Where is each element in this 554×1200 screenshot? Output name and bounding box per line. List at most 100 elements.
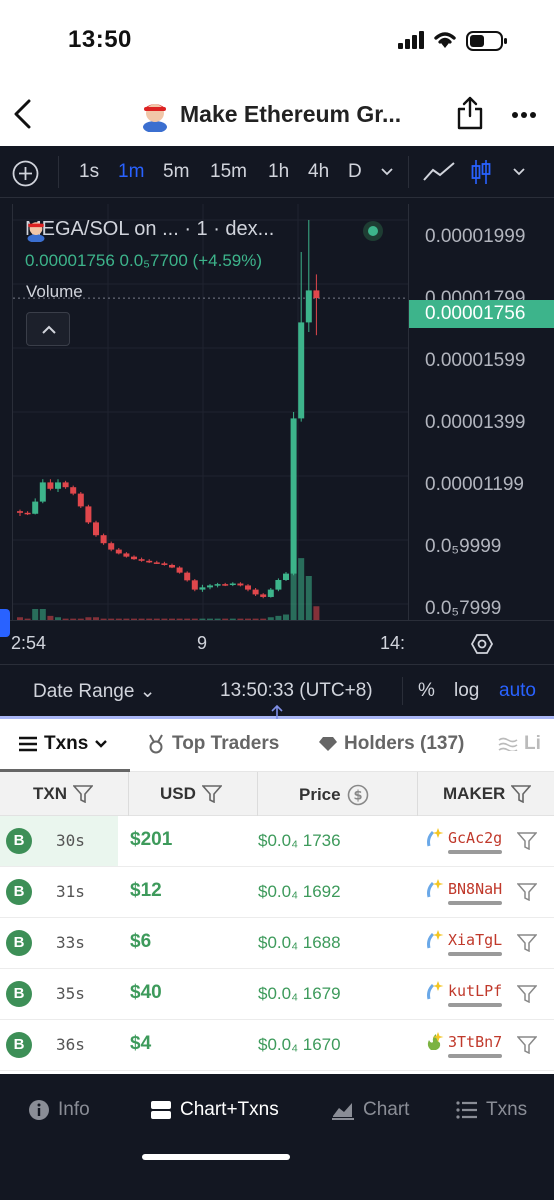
- filter-icon: [201, 785, 222, 803]
- time-tick: 2:54: [11, 633, 47, 653]
- column-txn[interactable]: TXN: [33, 784, 93, 804]
- filter-icon[interactable]: [517, 832, 537, 850]
- share-icon[interactable]: [456, 96, 484, 130]
- candle: [77, 493, 84, 507]
- candle: [199, 587, 206, 590]
- percent-scale-toggle[interactable]: %: [418, 680, 435, 702]
- candle: [55, 482, 61, 489]
- auto-scale-toggle[interactable]: auto: [499, 680, 536, 702]
- table-row[interactable]: B 33s $6 $0.0₄ 1688 XiaTgL: [0, 918, 554, 969]
- txn-price: $0.0₄ 1688: [258, 933, 341, 952]
- maker-address[interactable]: XiaTgL: [448, 931, 502, 949]
- txn-usd: $40: [130, 982, 162, 1003]
- time-tick: 14:: [380, 633, 406, 653]
- add-indicator-icon[interactable]: [12, 160, 39, 187]
- price-tick: 0.00001399: [425, 412, 526, 433]
- log-scale-toggle[interactable]: log: [454, 680, 479, 702]
- nav-info[interactable]: Info: [28, 1099, 90, 1121]
- candle: [283, 573, 289, 580]
- back-icon[interactable]: [12, 98, 34, 130]
- candle: [85, 506, 92, 523]
- timeframe-5m[interactable]: 5m: [163, 161, 189, 183]
- candle: [229, 583, 236, 586]
- price-tick: 0.00001999: [425, 226, 526, 247]
- price-tick: 0.0₅9999: [425, 536, 502, 557]
- candle: [207, 585, 213, 588]
- price-axis[interactable]: 0.00001999 0.00001799 0.00001599 0.00001…: [408, 204, 554, 620]
- timeframe-4h[interactable]: 4h: [308, 161, 329, 183]
- chart-settings-icon[interactable]: [470, 632, 494, 656]
- column-maker[interactable]: MAKER: [443, 784, 532, 804]
- timeframe-1h[interactable]: 1h: [268, 161, 289, 183]
- filter-icon: [511, 785, 532, 803]
- nav-chart-txns[interactable]: Chart+Txns: [150, 1099, 279, 1121]
- timeframe-d[interactable]: D: [348, 161, 362, 183]
- time-axis[interactable]: 2:54 9 14:: [0, 620, 554, 664]
- candle: [214, 584, 221, 586]
- txn-usd: $6: [130, 931, 152, 952]
- txn-table-header: TXN USD Price $ MAKER: [0, 772, 554, 816]
- maker-address[interactable]: 3TtBn7: [448, 1033, 502, 1051]
- candle: [108, 543, 115, 550]
- time-tick: 9: [197, 633, 208, 653]
- filter-icon[interactable]: [517, 985, 537, 1003]
- timeframe-15m[interactable]: 15m: [210, 161, 247, 183]
- signal-icon: [398, 31, 424, 49]
- maker-address[interactable]: kutLPf: [448, 982, 502, 1000]
- home-indicator: [142, 1154, 290, 1160]
- maker-balance-bar: [448, 1054, 502, 1058]
- svg-text:$: $: [353, 789, 362, 804]
- candle: [115, 549, 122, 554]
- maker-address[interactable]: GcAc2g: [448, 829, 502, 847]
- timeframe-1s[interactable]: 1s: [79, 161, 99, 183]
- status-bar: 13:50: [0, 0, 554, 84]
- candle: [313, 290, 320, 299]
- candlestick-icon[interactable]: [470, 158, 492, 186]
- txn-age: 35s: [56, 984, 85, 1003]
- candle: [305, 290, 312, 323]
- chart-symbol: MEGA/SOL on ... · 1 · dex...: [25, 218, 275, 240]
- price-tick: 0.00001199: [425, 474, 524, 495]
- maker-address[interactable]: BN8NaH: [448, 880, 502, 898]
- candle: [93, 522, 99, 536]
- more-icon[interactable]: [511, 111, 537, 119]
- candle: [100, 535, 107, 544]
- column-price[interactable]: Price $: [299, 784, 369, 806]
- candle: [260, 594, 267, 597]
- side-panel-toggle[interactable]: [0, 609, 10, 637]
- candle: [191, 580, 198, 590]
- tab-holders[interactable]: Holders (137): [318, 733, 464, 755]
- list-icon: [456, 1101, 477, 1119]
- filter-icon[interactable]: [517, 883, 537, 901]
- date-range-button[interactable]: Date Range ⌄: [33, 680, 156, 703]
- tab-txns[interactable]: Txns: [18, 733, 108, 755]
- candle: [70, 487, 77, 494]
- tab-liquidity[interactable]: Li: [498, 733, 541, 755]
- filter-icon[interactable]: [517, 1036, 537, 1054]
- timeframe-dropdown-icon[interactable]: [380, 167, 394, 177]
- collapse-legend-button[interactable]: [26, 312, 70, 346]
- candle: [24, 512, 31, 515]
- candle: [298, 322, 305, 419]
- price-chart[interactable]: MEGA/SOL on ... · 1 · dex... 0.00001756 …: [12, 204, 409, 620]
- diamond-icon: [319, 737, 337, 751]
- table-row[interactable]: B 36s $4 $0.0₄ 1670 3TtBn7: [0, 1020, 554, 1071]
- nav-chart[interactable]: Chart: [331, 1099, 409, 1121]
- sparkle-wallet-icon: [427, 879, 444, 898]
- txn-price: $0.0₄ 1692: [258, 882, 341, 901]
- chevron-up-icon: [42, 325, 56, 334]
- maker-balance-bar: [448, 901, 502, 905]
- table-row[interactable]: B 30s $201 $0.0₄ 1736 GcAc2g: [0, 816, 554, 867]
- table-row[interactable]: B 35s $40 $0.0₄ 1679 kutLPf: [0, 969, 554, 1020]
- nav-txns[interactable]: Txns: [456, 1099, 527, 1121]
- table-row[interactable]: B 31s $12 $0.0₄ 1692 BN8NaH: [0, 867, 554, 918]
- column-usd[interactable]: USD: [160, 784, 222, 804]
- tab-top-traders[interactable]: Top Traders: [146, 733, 279, 755]
- candle: [267, 589, 274, 597]
- timeframe-1m[interactable]: 1m: [118, 161, 144, 183]
- filter-icon[interactable]: [517, 934, 537, 952]
- chart-type-dropdown-icon[interactable]: [512, 167, 526, 177]
- line-chart-icon[interactable]: [422, 160, 456, 184]
- buy-badge: B: [6, 981, 32, 1007]
- candle: [184, 572, 191, 581]
